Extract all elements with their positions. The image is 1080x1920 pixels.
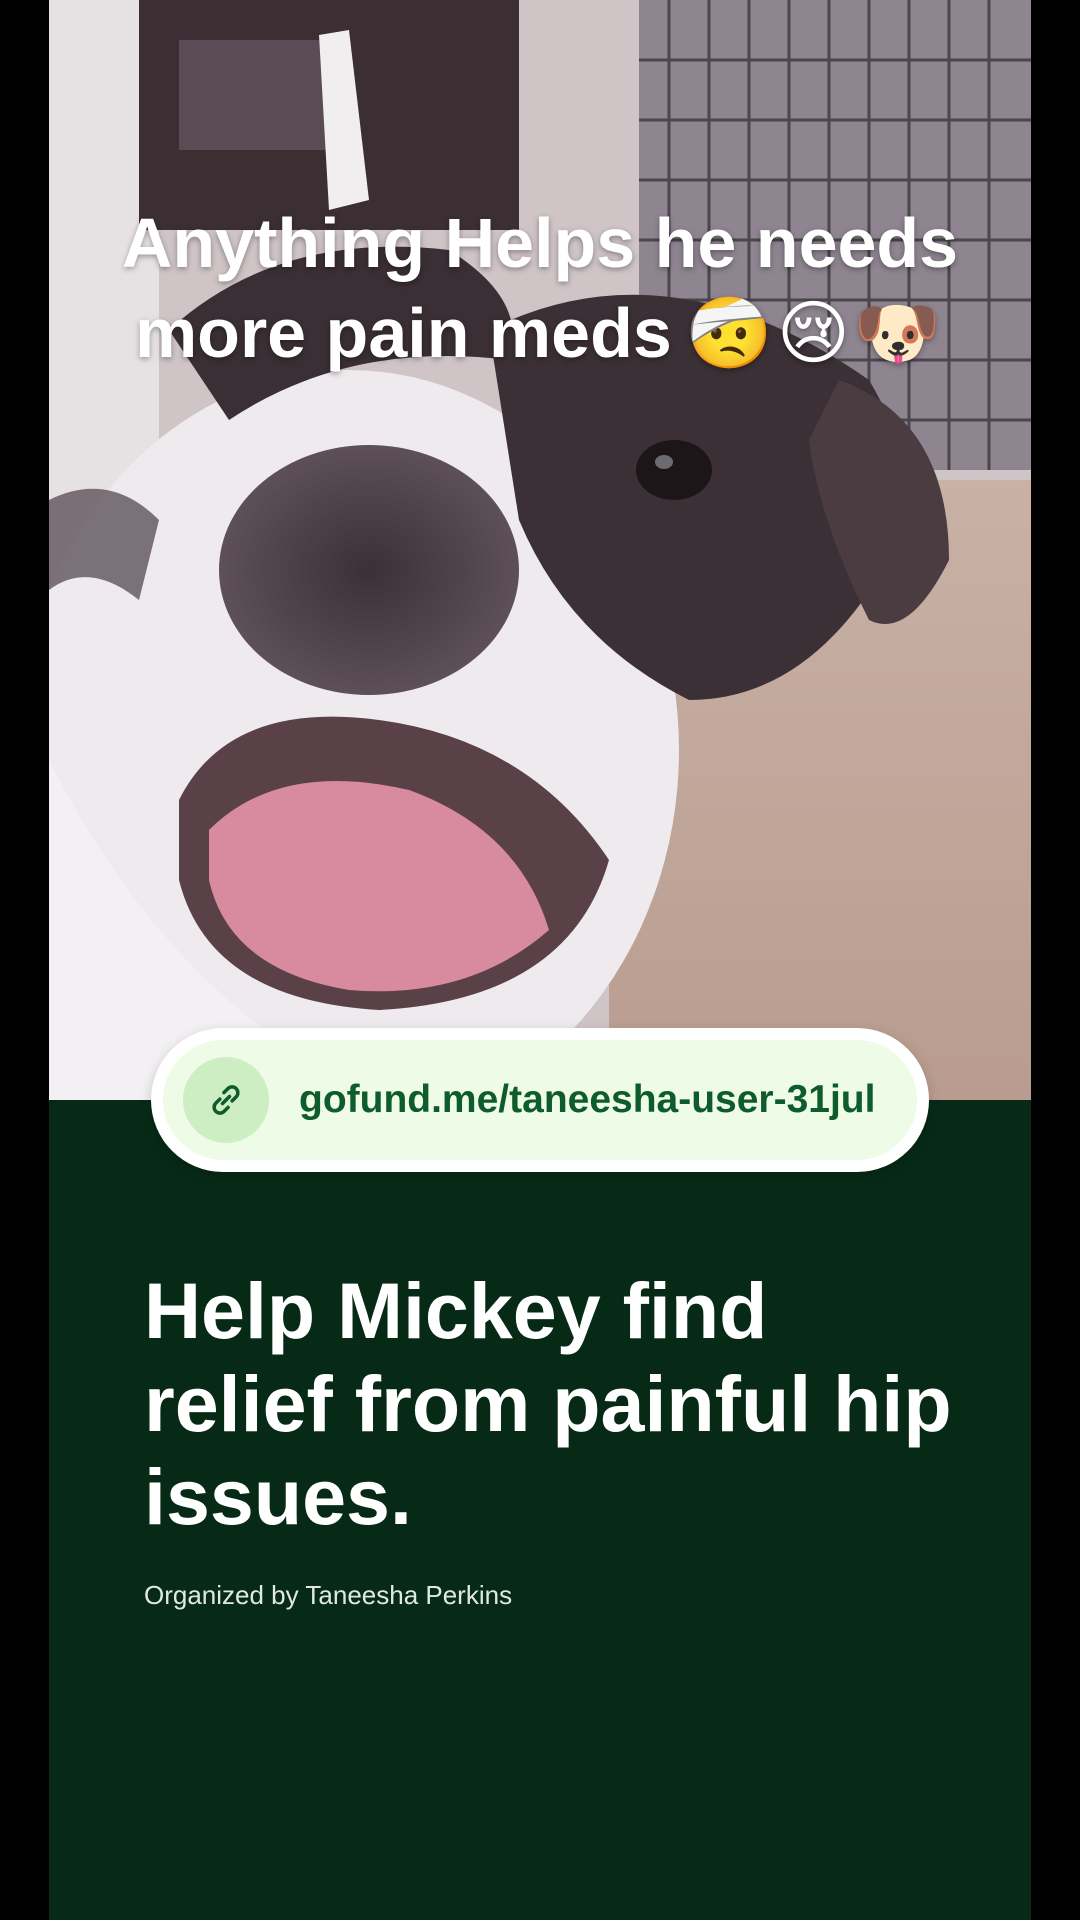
link-pill-inner: gofund.me/taneesha-user-31jul xyxy=(163,1040,917,1160)
fundraiser-link-pill[interactable]: gofund.me/taneesha-user-31jul xyxy=(151,1028,929,1172)
link-icon xyxy=(183,1057,269,1143)
caption-line-2: more pain meds 🤕😢🐶 xyxy=(49,288,1031,378)
dog-photo-illustration xyxy=(49,0,1031,1100)
organizer-text: Organized by Taneesha Perkins xyxy=(144,1580,513,1610)
video-frame: Anything Helps he needs more pain meds 🤕😢… xyxy=(49,0,1031,1920)
chain-link-icon xyxy=(212,1085,240,1115)
campaign-photo: Anything Helps he needs more pain meds 🤕😢… xyxy=(49,0,1031,1100)
campaign-title: Help Mickey find relief from painful hip… xyxy=(144,1266,952,1541)
video-caption: Anything Helps he needs more pain meds 🤕😢… xyxy=(49,198,1031,378)
fundraiser-url[interactable]: gofund.me/taneesha-user-31jul xyxy=(299,1068,875,1132)
caption-line-2-text: more pain meds xyxy=(134,294,672,372)
caption-line-1: Anything Helps he needs xyxy=(121,204,959,282)
caption-emojis: 🤕😢🐶 xyxy=(685,294,946,372)
